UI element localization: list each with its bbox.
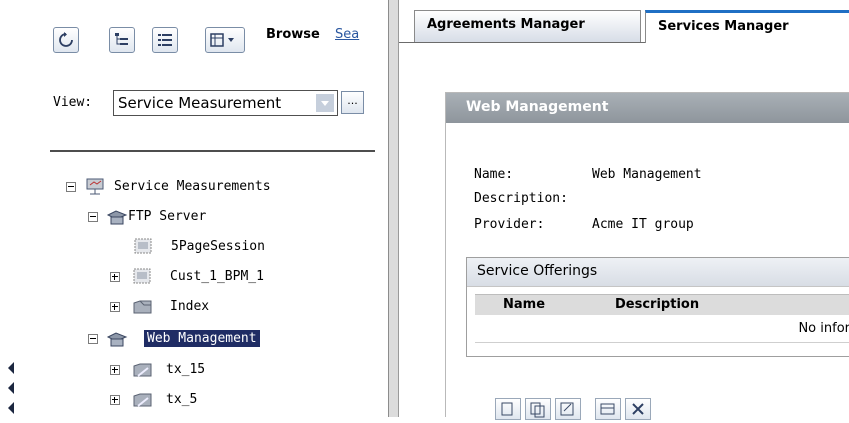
expand-toggle[interactable] [110,302,120,312]
provider-value: Acme IT group [592,217,694,232]
tree-node-service-measurements[interactable]: Service Measurements [66,175,376,199]
tree-node-label: tx_5 [166,392,198,407]
arrow-left-icon [8,362,14,374]
name-label: Name: [474,167,514,182]
tree-node-5pagesession[interactable]: 5PageSession [133,235,373,259]
expand-toggle[interactable] [110,365,120,375]
new-item-icon [501,402,513,416]
column-header-name[interactable]: Name [503,297,545,312]
collapse-toggle[interactable] [88,212,98,222]
tree-view-icon [115,33,128,45]
offerings-empty-text: No infor [798,321,849,336]
tree-node-label: 5PageSession [171,239,265,254]
collapse-toggle[interactable] [88,334,98,344]
collapse-panel-handle[interactable] [6,360,16,417]
tree-node-tx-15[interactable]: tx_15 [110,358,370,382]
left-pane: Browse Sea View: Service Measurement ...… [0,0,389,417]
tree-node-label: FTP Server [128,209,207,224]
transaction-icon [133,300,152,314]
tree-node-index[interactable]: Index [110,295,370,319]
tab-agreements-manager[interactable]: Agreements Manager [414,10,641,42]
measurement-icon [134,238,152,254]
service-root-icon [86,178,104,195]
view-label: View: [53,95,93,110]
transaction-icon [133,393,152,407]
list-view-icon [158,34,172,46]
service-offerings-header: Service Offerings [467,258,849,287]
arrow-left-icon [8,382,14,394]
panel-header: Web Management [446,93,849,123]
refresh-button[interactable] [53,27,79,53]
service-icon [106,332,128,347]
view-select-value: Service Measurement [118,94,282,112]
browse-tab[interactable]: Browse [266,27,320,42]
chevron-down-icon [321,101,329,106]
service-details-panel: Web Management Name: Web Management Desc… [445,92,849,417]
provider-label: Provider: [474,217,545,232]
list-view-button[interactable] [152,27,178,53]
edit-icon [560,402,574,416]
offerings-empty-row: No infor [475,316,849,343]
column-header-description[interactable]: Description [615,297,699,312]
view-select[interactable]: Service Measurement [113,90,338,116]
offerings-grid-header: Name Description [475,294,849,315]
name-value: Web Management [592,167,702,182]
tree-node-ftp-server[interactable]: FTP Server [88,205,378,229]
properties-icon [600,403,615,415]
tree-node-label: Service Measurements [114,179,271,194]
refresh-icon [59,32,73,47]
search-tab[interactable]: Sea [335,27,359,42]
view-more-button[interactable]: ... [341,91,364,114]
tree-view-button[interactable] [109,27,135,53]
pane-splitter[interactable] [389,0,399,417]
tree-node-web-management[interactable]: Web Management [88,327,378,351]
copy-icon [530,402,545,418]
tree-node-cust-1-bpm-1[interactable]: Cust_1_BPM_1 [110,265,370,289]
view-dropdown-button[interactable] [316,94,334,112]
measurement-icon [133,268,151,284]
delete-icon [632,403,644,415]
tree-node-tx-5[interactable]: tx_5 [110,388,370,412]
description-label: Description: [474,191,568,206]
arrow-left-icon [8,402,14,414]
panel-title: Web Management [466,99,609,115]
expand-toggle[interactable] [110,272,120,282]
column-chooser-button[interactable] [205,27,245,53]
tab-services-manager[interactable]: Services Manager [645,10,849,43]
service-offerings-section: Service Offerings Name Description No in… [466,257,849,357]
service-offerings-title: Service Offerings [477,263,598,279]
tab-strip: Agreements Manager Services Manager [399,0,849,43]
transaction-icon [133,363,152,377]
expand-toggle[interactable] [110,395,120,405]
tree-divider [50,150,375,152]
collapse-toggle[interactable] [66,182,76,192]
tree-node-label: tx_15 [166,362,206,377]
tree-node-label: Cust_1_BPM_1 [170,269,264,284]
service-icon [106,210,128,225]
column-chooser-icon [210,33,234,47]
right-pane: Agreements Manager Services Manager Web … [399,0,849,420]
tree-node-label: Index [170,299,210,314]
tree-node-label-selected: Web Management [144,330,260,347]
